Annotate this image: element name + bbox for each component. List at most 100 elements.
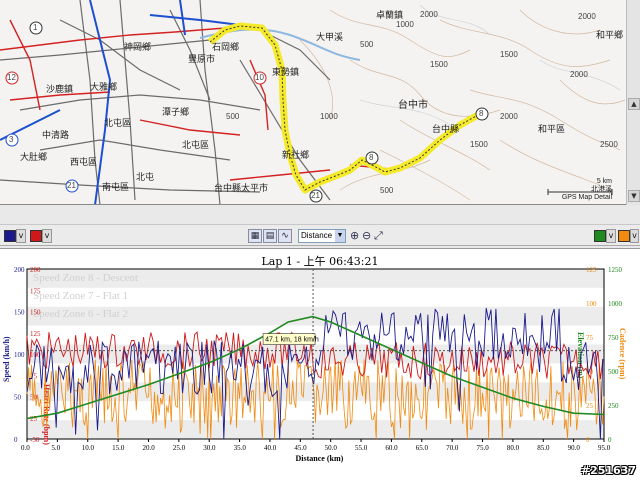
heart-rate-tick-label: 175 [30,287,41,295]
x-axis-select-value: Distance [301,231,333,240]
map-place-label: 豐原市 [188,55,216,65]
x-tick-label: 70.0 [446,444,459,452]
map-place-label: 大甲溪 [316,33,344,43]
route-number: 21 [311,191,320,200]
contour-label: 500 [380,186,394,195]
x-tick-label: 75.0 [477,444,490,452]
contour-label: 1500 [430,60,448,69]
map-place-label: 台中市 [398,100,428,111]
contour-label: 500 [360,40,374,49]
scroll-down-arrow-icon[interactable]: ▼ [628,190,640,202]
route-number: 10 [255,73,264,82]
map-place-label: 和平區 [538,125,566,135]
cadence-tick-label: 0 [586,436,590,444]
speed-tick-label: 0 [14,436,18,444]
x-tick-label: 5.0 [51,444,60,452]
elevation-color-swatch[interactable] [594,230,606,242]
route-number: 8 [479,109,484,118]
cadence-color-dropdown-icon[interactable]: v [630,229,639,243]
route-number: 21 [67,181,76,190]
cadence-axis-label: Cadence (rpm) [618,328,627,380]
map-scale: 5 km 北港溪 GPS Map Detail [562,178,612,202]
map-place-label: 神岡鄉 [124,43,152,53]
map-place-label: 中清路 [42,131,70,141]
grid-view-icon[interactable]: ▦ [248,229,262,243]
speed-axis-label: Speed (km/h) [2,336,11,382]
cadence-tick-label: 25 [586,402,594,410]
contour-label: 1500 [470,140,488,149]
chart-toolbar: v v ▦ ▤ ∿ Distance ▼ ⊕ ⊖ ⤢ v v [0,224,640,246]
speed-tick-label: 100 [14,351,25,359]
zone-band [27,382,604,402]
cadence-color-swatch[interactable] [618,230,630,242]
speed-color-swatch[interactable] [4,230,16,242]
map-place-label: 台中縣太平市 [214,184,269,194]
route-number: 1 [33,23,38,32]
x-tick-label: 0.0 [21,444,30,452]
speed-tick-label: 200 [14,266,25,274]
elevation-tick-label: 500 [608,368,619,376]
elevation-tick-label: 1250 [608,266,623,274]
map-place-label: 大雅鄉 [90,83,118,93]
contour-label: 1000 [396,20,414,29]
elevation-tick-label: 0 [608,436,612,444]
speed-color-dropdown-icon[interactable]: v [16,229,26,243]
x-tick-label: 60.0 [385,444,398,452]
speed-tick-label: 150 [14,309,25,317]
x-axis-select[interactable]: Distance ▼ [298,229,346,243]
contour-label: 2000 [500,112,518,121]
speed-tick-label: 50 [14,394,22,402]
heart-rate-color-dropdown-icon[interactable]: v [42,229,52,243]
chart-canvas: Speed Zone 8 - Descent Speed Zone 7 - Fla… [2,266,627,463]
map-place-label: 北屯區 [182,141,210,151]
split-view-icon[interactable]: ▤ [263,229,277,243]
x-tick-label: 30.0 [203,444,216,452]
map-place-label: 北屯區 [104,119,132,129]
cadence-tick-label: 100 [586,300,597,308]
elevation-color-dropdown-icon[interactable]: v [606,229,616,243]
contour-label: 1000 [320,112,338,121]
contour-label: 500 [226,112,240,121]
map-place-label: 東勢鎮 [272,68,300,78]
chevron-down-icon: ▼ [335,230,345,242]
x-tick-label: 65.0 [416,444,429,452]
zone-band [27,420,604,439]
map-place-label: 石岡鄉 [212,43,240,53]
map-scale-sub: 北港溪 [591,186,612,193]
contour-label: 2000 [570,70,588,79]
heart-rate-tick-label: 25 [30,415,38,423]
heart-rate-tick-label: 150 [30,309,41,317]
zone-label: Speed Zone 7 - Flat 1 [33,290,128,302]
contour-label: 2500 [600,140,618,149]
screen: 豐原市 石岡鄉 東勢鎮 新社鄉 台中市 大雅鄉 潭子鄉 北屯區 台中縣太平市 沙… [0,0,640,480]
heart-rate-tick-label: -50 [30,436,40,444]
map-place-label: 潭子鄉 [162,108,190,118]
map-place-label: 和平鄉 [596,31,624,41]
x-tick-label: 50.0 [325,444,338,452]
x-tick-label: 80.0 [507,444,520,452]
scroll-up-arrow-icon[interactable]: ▲ [628,98,640,110]
x-tick-label: 55.0 [355,444,368,452]
x-tick-label: 25.0 [173,444,186,452]
map-vertical-scrollbar[interactable]: ▲ ▼ [626,0,640,205]
graph-view-icon[interactable]: ∿ [278,229,292,243]
route-number: 12 [7,73,16,82]
zoom-out-icon[interactable]: ⊖ [362,229,371,243]
x-tick-label: 35.0 [234,444,247,452]
map-place-label: 新社鄉 [282,151,310,161]
elevation-tick-label: 250 [608,402,619,410]
heart-rate-tick-label: 125 [30,330,41,338]
x-tick-label: 20.0 [142,444,155,452]
zoom-in-icon[interactable]: ⊕ [350,229,359,243]
map-place-label: 台中縣 [432,125,460,135]
heart-rate-color-swatch[interactable] [30,230,42,242]
contour-label: 1500 [500,50,518,59]
x-tick-label: 15.0 [112,444,125,452]
map-place-label: 沙鹿鎮 [46,85,74,95]
highway-shields [5,21,489,203]
zoom-fit-icon[interactable]: ⤢ [374,229,383,243]
map-scale-label: 5 km [596,178,612,185]
zone-label: Speed Zone 6 - Flat 2 [33,308,128,320]
lap-chart[interactable]: Lap 1 - 上午 06:43:21 Speed Zone 8 - Desce… [0,248,640,480]
map-panel[interactable]: 豐原市 石岡鄉 東勢鎮 新社鄉 台中市 大雅鄉 潭子鄉 北屯區 台中縣太平市 沙… [0,0,626,205]
